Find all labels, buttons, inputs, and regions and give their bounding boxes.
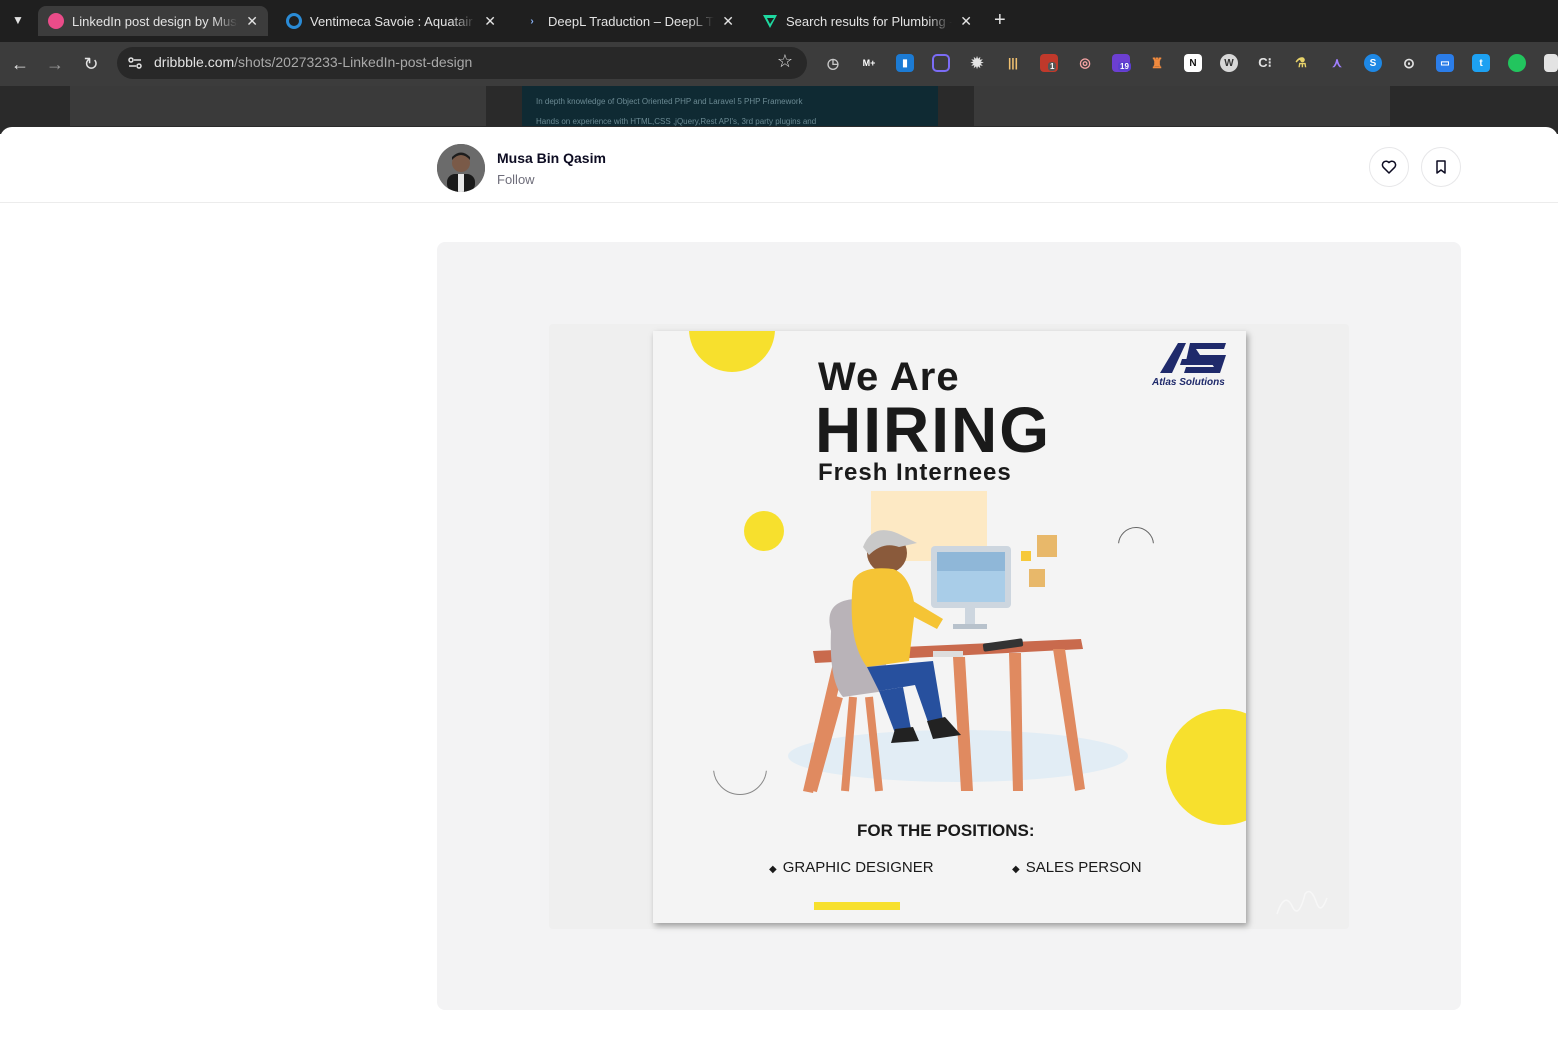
close-icon[interactable]: ✕ xyxy=(722,13,734,30)
tab-deepl[interactable]: › DeepL Traduction – DeepL Translate ✕ xyxy=(514,6,744,36)
hexagon-extension-icon[interactable] xyxy=(932,54,950,72)
atlas-solutions-logo xyxy=(1156,341,1230,375)
glasses-extension-icon[interactable]: ◎ xyxy=(1076,54,1094,72)
bars-extension-icon[interactable]: ||| xyxy=(1004,54,1022,72)
tab-search-chevron-icon[interactable]: ▼ xyxy=(8,9,28,31)
extension-badge: 19 xyxy=(1118,62,1131,71)
author-name[interactable]: Musa Bin Qasim xyxy=(497,150,606,166)
window-extension-icon[interactable]: ▭ xyxy=(1436,54,1454,72)
url-text: dribbble.com/shots/20273233-LinkedIn-pos… xyxy=(154,54,472,70)
like-button[interactable] xyxy=(1369,147,1409,187)
shot-overlay: Musa Bin Qasim Follow We Are HIRING Fres… xyxy=(0,127,1558,1040)
code-extension-icon[interactable]: C⁝ xyxy=(1256,54,1274,72)
flaticon-icon xyxy=(762,13,778,29)
network-extension-icon[interactable]: ⋏ xyxy=(1328,54,1346,72)
clock-extension-icon[interactable]: ⊙ xyxy=(1400,54,1418,72)
overflow-extension-icon[interactable] xyxy=(1544,54,1558,72)
back-arrow-icon[interactable]: ← xyxy=(8,52,32,76)
forward-arrow-icon[interactable]: → xyxy=(43,52,67,76)
bookmark-icon xyxy=(1436,160,1446,174)
diamond-bullet-icon: ◆ xyxy=(769,864,777,875)
teal-extension-icon[interactable]: ▮ xyxy=(896,54,914,72)
green-dot-extension-icon[interactable] xyxy=(1508,54,1526,72)
brand-name: Atlas Solutions xyxy=(1152,377,1225,388)
twitter-extension-icon[interactable]: t xyxy=(1472,54,1490,72)
wappalyzer-extension-icon[interactable]: W xyxy=(1220,54,1238,72)
backdrop-card: In depth knowledge of Object Oriented PH… xyxy=(522,86,938,126)
signature-watermark xyxy=(1273,884,1329,920)
positions-title: FOR THE POSITIONS: xyxy=(857,821,1035,840)
position-label: GRAPHIC DESIGNER xyxy=(782,859,934,876)
close-icon[interactable]: ✕ xyxy=(960,13,972,30)
notion-extension-icon[interactable]: N xyxy=(1184,54,1202,72)
tab-label: Ventimeca Savoie : Aquatair Savoie xyxy=(310,13,476,29)
follow-button[interactable]: Follow xyxy=(497,172,535,187)
developer-desk-illustration xyxy=(788,491,1128,793)
tab-label: LinkedIn post design by Musa Bin Qasim xyxy=(72,13,238,29)
flask-extension-icon[interactable]: ⚗ xyxy=(1292,54,1310,72)
yellow-circle-decoration xyxy=(689,331,775,372)
site-settings-icon[interactable] xyxy=(127,55,143,71)
backdrop-card xyxy=(974,86,1390,126)
timer-extension-icon[interactable]: ◷ xyxy=(824,54,842,72)
save-button[interactable] xyxy=(1421,147,1461,187)
backdrop-card xyxy=(70,86,486,126)
close-icon[interactable]: ✕ xyxy=(246,13,258,30)
yellow-circle-decoration xyxy=(744,511,784,551)
url-domain: dribbble.com xyxy=(154,54,235,70)
tab-label: DeepL Traduction – DeepL Translate xyxy=(548,13,714,29)
yellow-accent-bar xyxy=(814,902,900,910)
position-item: ◆ SALES PERSON xyxy=(1012,859,1142,876)
url-path: /shots/20273233-LinkedIn-post-design xyxy=(234,54,473,70)
close-icon[interactable]: ✕ xyxy=(484,13,496,30)
gear-extension-icon[interactable]: ✹ xyxy=(968,54,986,72)
tab-flaticon[interactable]: Search results for Plumbing - Flaticon ✕ xyxy=(752,6,982,36)
poster-headline-internees: Fresh Internees xyxy=(818,459,1012,486)
extension-badge: 1 xyxy=(1048,62,1057,71)
graduation-extension-icon[interactable]: 19 xyxy=(1112,54,1131,72)
poster-headline-hiring: HIRING xyxy=(815,394,1051,466)
arc-decoration xyxy=(713,770,767,795)
chess-extension-icon[interactable]: ♜ xyxy=(1148,54,1166,72)
tab-label: Search results for Plumbing - Flaticon xyxy=(786,13,952,29)
tab-ventimeca[interactable]: Ventimeca Savoie : Aquatair Savoie ✕ xyxy=(276,6,506,36)
diamond-bullet-icon: ◆ xyxy=(1012,864,1020,875)
position-label: SALES PERSON xyxy=(1025,859,1142,876)
heart-icon xyxy=(1381,160,1397,174)
backdrop-text: In depth knowledge of Object Oriented PH… xyxy=(536,97,803,106)
markdown-extension-icon[interactable]: M+ xyxy=(860,54,878,72)
shot-media-frame: We Are HIRING Fresh Internees Atlas Solu… xyxy=(437,242,1461,1010)
deepl-icon: › xyxy=(530,15,534,27)
browser-toolbar: ← → ↻ dribbble.com/shots/20273233-Linked… xyxy=(0,42,1558,86)
ring-icon xyxy=(286,13,302,29)
position-item: ◆ GRAPHIC DESIGNER xyxy=(769,859,934,876)
tab-dribbble[interactable]: LinkedIn post design by Musa Bin Qasim ✕ xyxy=(38,6,268,36)
shield-extension-icon[interactable]: 1 xyxy=(1040,54,1058,72)
shazam-extension-icon[interactable]: S xyxy=(1364,54,1382,72)
address-bar[interactable]: dribbble.com/shots/20273233-LinkedIn-pos… xyxy=(117,47,807,79)
reload-icon[interactable]: ↻ xyxy=(79,52,103,76)
yellow-circle-decoration xyxy=(1166,709,1246,825)
extension-label: M+ xyxy=(862,58,876,68)
tab-strip: ▼ LinkedIn post design by Musa Bin Qasim… xyxy=(0,0,1558,42)
dribbble-icon xyxy=(48,13,64,29)
avatar[interactable] xyxy=(437,144,485,192)
bookmark-star-icon[interactable]: ☆ xyxy=(777,51,793,72)
shot-image[interactable]: We Are HIRING Fresh Internees Atlas Solu… xyxy=(549,324,1349,929)
shot-header: Musa Bin Qasim Follow xyxy=(0,127,1558,203)
new-tab-plus-icon[interactable]: + xyxy=(994,9,1006,32)
hiring-poster: We Are HIRING Fresh Internees Atlas Solu… xyxy=(653,331,1246,923)
